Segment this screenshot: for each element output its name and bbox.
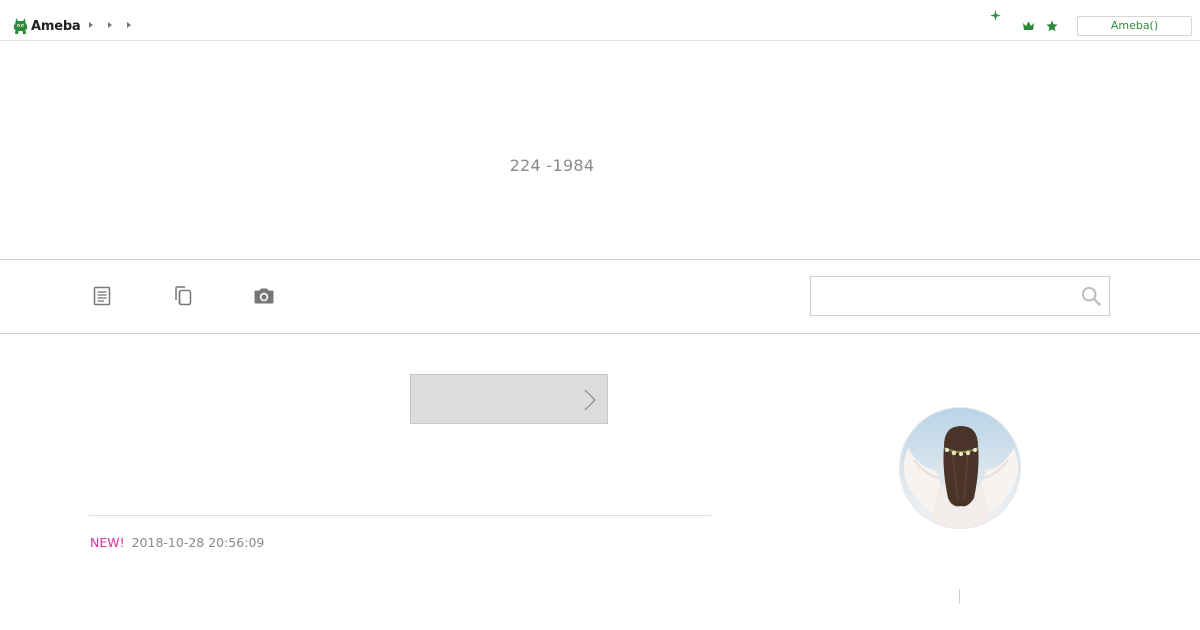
search-icon[interactable] bbox=[1079, 285, 1103, 307]
star-icon[interactable] bbox=[1046, 20, 1058, 32]
sidebar-divider bbox=[959, 589, 960, 604]
breadcrumb-arrow-3[interactable] bbox=[127, 22, 131, 28]
logo-text: Ameba bbox=[31, 18, 81, 34]
breadcrumb-arrow-1[interactable] bbox=[89, 22, 93, 28]
top-bar: Ameba Ameba() bbox=[0, 0, 1200, 41]
crown-icon[interactable] bbox=[1022, 20, 1034, 32]
blog-nav bbox=[0, 259, 1200, 334]
article-list-icon[interactable] bbox=[90, 284, 114, 308]
themes-icon[interactable] bbox=[171, 284, 195, 308]
profile-avatar[interactable] bbox=[899, 407, 1021, 529]
new-badge: NEW! bbox=[90, 535, 125, 550]
blog-title[interactable]: 224 -1984 bbox=[0, 156, 1104, 175]
ameba-account-button[interactable]: Ameba() bbox=[1077, 16, 1192, 36]
read-more-button[interactable] bbox=[410, 374, 608, 424]
entry-date: 2018-10-28 20:56:09 bbox=[131, 535, 265, 550]
camera-icon[interactable] bbox=[252, 284, 276, 308]
entry-divider bbox=[89, 515, 711, 516]
breadcrumb-arrow-2[interactable] bbox=[108, 22, 112, 28]
ameba-logo-icon bbox=[13, 18, 28, 34]
search-input[interactable] bbox=[811, 277, 1073, 315]
chevron-right-icon bbox=[584, 389, 596, 411]
sparkle-icon[interactable] bbox=[989, 9, 1001, 21]
blog-search bbox=[810, 276, 1110, 316]
entry-meta: NEW! 2018-10-28 20:56:09 bbox=[90, 535, 264, 550]
ameba-logo-link[interactable]: Ameba bbox=[13, 16, 81, 36]
